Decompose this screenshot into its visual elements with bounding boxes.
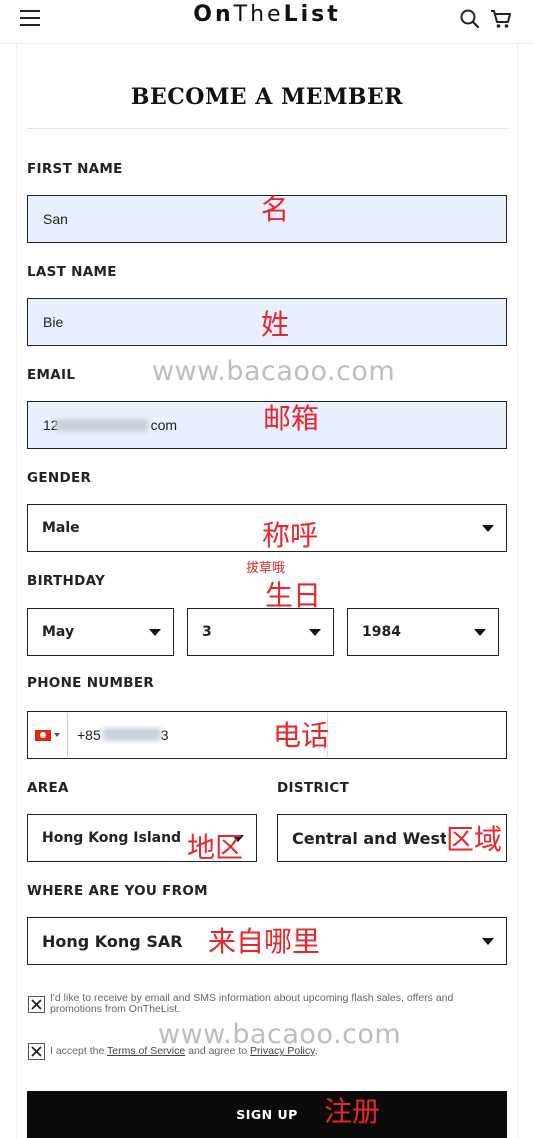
site-logo[interactable]: OnTheList xyxy=(0,2,534,27)
origin-selected-value: Hong Kong SAR xyxy=(42,931,183,951)
chevron-down-icon xyxy=(482,938,494,945)
annotation-first-name: 名 xyxy=(261,193,290,226)
terms-consent-prefix: I accept the xyxy=(50,1045,105,1057)
hong-kong-flag-icon xyxy=(35,729,51,741)
birthday-month-value: May xyxy=(42,624,75,640)
birthday-month-select[interactable]: May xyxy=(27,608,174,656)
marketing-consent-checkbox[interactable] xyxy=(28,996,45,1013)
annotation-credit: 拔草哦 xyxy=(246,561,286,576)
area-selected-value: Hong Kong Island xyxy=(42,830,182,846)
email-value-end: com xyxy=(150,417,178,433)
gender-selected-value: Male xyxy=(42,520,80,536)
terms-consent-text: I accept the Terms of Service and agree … xyxy=(50,1046,490,1057)
annotation-area: 地区 xyxy=(187,831,244,864)
origin-label: WHERE ARE YOU FROM xyxy=(27,883,208,899)
marketing-consent-text: I'd like to receive by email and SMS inf… xyxy=(50,992,454,1015)
annotation-birthday: 生日 xyxy=(265,579,322,612)
sign-up-button[interactable]: SIGN UP xyxy=(27,1091,507,1138)
first-name-value: San xyxy=(43,211,68,227)
logo-part-on: On xyxy=(193,2,234,27)
chevron-down-icon xyxy=(54,733,60,737)
annotation-submit: 注册 xyxy=(324,1095,381,1128)
terms-consent-checkbox[interactable] xyxy=(28,1043,45,1060)
birthday-day-value: 3 xyxy=(202,624,212,640)
district-label: DISTRICT xyxy=(277,780,350,796)
page-title: BECOME A MEMBER xyxy=(130,84,404,110)
annotation-district: 区域 xyxy=(446,823,503,856)
site-header: OnTheList xyxy=(0,0,534,44)
email-redaction-blur xyxy=(56,419,148,432)
chevron-down-icon xyxy=(482,525,494,532)
last-name-label: LAST NAME xyxy=(27,264,117,280)
phone-value-start: +85 xyxy=(77,727,101,743)
last-name-value: Bie xyxy=(43,314,64,330)
first-name-label: FIRST NAME xyxy=(27,161,123,177)
chevron-down-icon xyxy=(309,629,321,636)
annotation-email: 邮箱 xyxy=(263,402,320,435)
checkbox-x-icon xyxy=(31,1046,42,1057)
birthday-year-select[interactable]: 1984 xyxy=(347,608,499,656)
phone-value-end: 3 xyxy=(160,727,169,743)
terms-consent-suffix: . xyxy=(314,1045,318,1057)
country-code-selector[interactable] xyxy=(28,713,68,757)
birthday-year-value: 1984 xyxy=(362,624,401,640)
annotation-origin: 来自哪里 xyxy=(208,925,321,958)
chevron-down-icon xyxy=(474,629,486,636)
phone-redaction-blur xyxy=(103,728,161,741)
annotation-gender: 称呼 xyxy=(262,519,319,552)
terms-consent-middle: and agree to xyxy=(188,1045,248,1057)
birthday-label: BIRTHDAY xyxy=(27,573,106,589)
area-label: AREA xyxy=(27,780,69,796)
cart-icon[interactable] xyxy=(489,8,513,30)
annotation-last-name: 姓 xyxy=(261,308,290,341)
birthday-day-select[interactable]: 3 xyxy=(187,608,334,656)
logo-part-list: List xyxy=(283,2,341,27)
gender-label: GENDER xyxy=(27,470,92,486)
annotation-phone: 电话 xyxy=(273,719,330,752)
email-label: EMAIL xyxy=(27,367,76,383)
terms-of-service-link[interactable]: Terms of Service xyxy=(107,1045,185,1057)
privacy-policy-link[interactable]: Privacy Policy xyxy=(250,1045,315,1057)
chevron-down-icon xyxy=(149,629,161,636)
checkbox-x-icon xyxy=(31,999,42,1010)
phone-label: PHONE NUMBER xyxy=(27,675,155,691)
sign-up-label: SIGN UP xyxy=(236,1107,298,1122)
logo-part-the: The xyxy=(233,2,284,27)
watermark-top: www.bacaoo.com xyxy=(152,356,396,387)
search-icon[interactable] xyxy=(459,8,481,30)
title-divider xyxy=(27,128,507,129)
